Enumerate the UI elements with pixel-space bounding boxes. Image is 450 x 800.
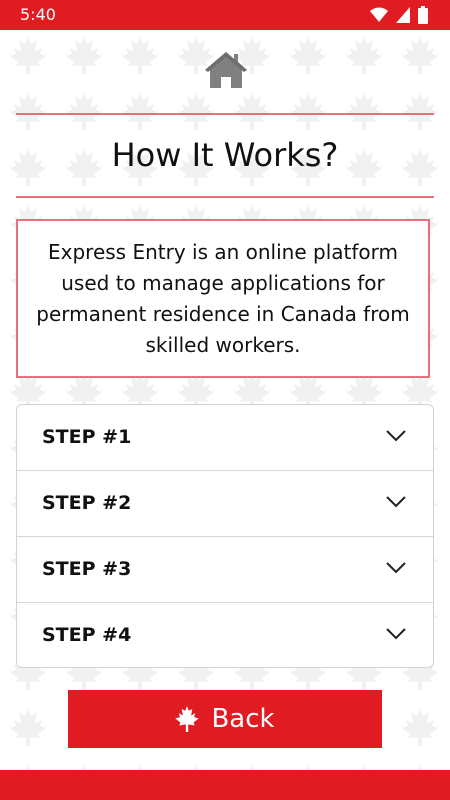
step-4-header[interactable]: STEP #4 [17, 603, 433, 667]
wifi-icon [370, 7, 388, 22]
title-divider-top [16, 113, 434, 115]
step-label: STEP #2 [42, 492, 132, 514]
maple-leaf-icon [175, 706, 200, 732]
home-icon [205, 52, 247, 88]
chevron-down-icon [386, 430, 406, 442]
info-text: Express Entry is an online platform used… [36, 239, 410, 357]
status-bar: 5:40 [0, 0, 450, 30]
status-icons [370, 6, 428, 24]
signal-icon [396, 7, 410, 23]
back-button[interactable]: Back [68, 690, 382, 748]
step-label: STEP #4 [42, 624, 132, 646]
status-time: 5:40 [20, 5, 56, 24]
step-1-header[interactable]: STEP #1 [17, 405, 433, 471]
back-button-label: Back [211, 704, 275, 734]
chevron-down-icon [386, 496, 406, 508]
step-label: STEP #1 [42, 426, 132, 448]
chevron-down-icon [386, 628, 406, 640]
title-divider-bottom [16, 196, 434, 198]
bottom-bar [0, 770, 450, 800]
step-3-header[interactable]: STEP #3 [17, 537, 433, 603]
step-2-header[interactable]: STEP #2 [17, 471, 433, 537]
page-title: How It Works? [111, 136, 339, 174]
chevron-down-icon [386, 562, 406, 574]
home-button[interactable] [203, 50, 249, 90]
steps-accordion: STEP #1 STEP #2 STEP #3 STEP #4 [16, 404, 434, 668]
info-box: Express Entry is an online platform used… [16, 219, 430, 378]
battery-icon [418, 6, 428, 24]
step-label: STEP #3 [42, 558, 132, 580]
